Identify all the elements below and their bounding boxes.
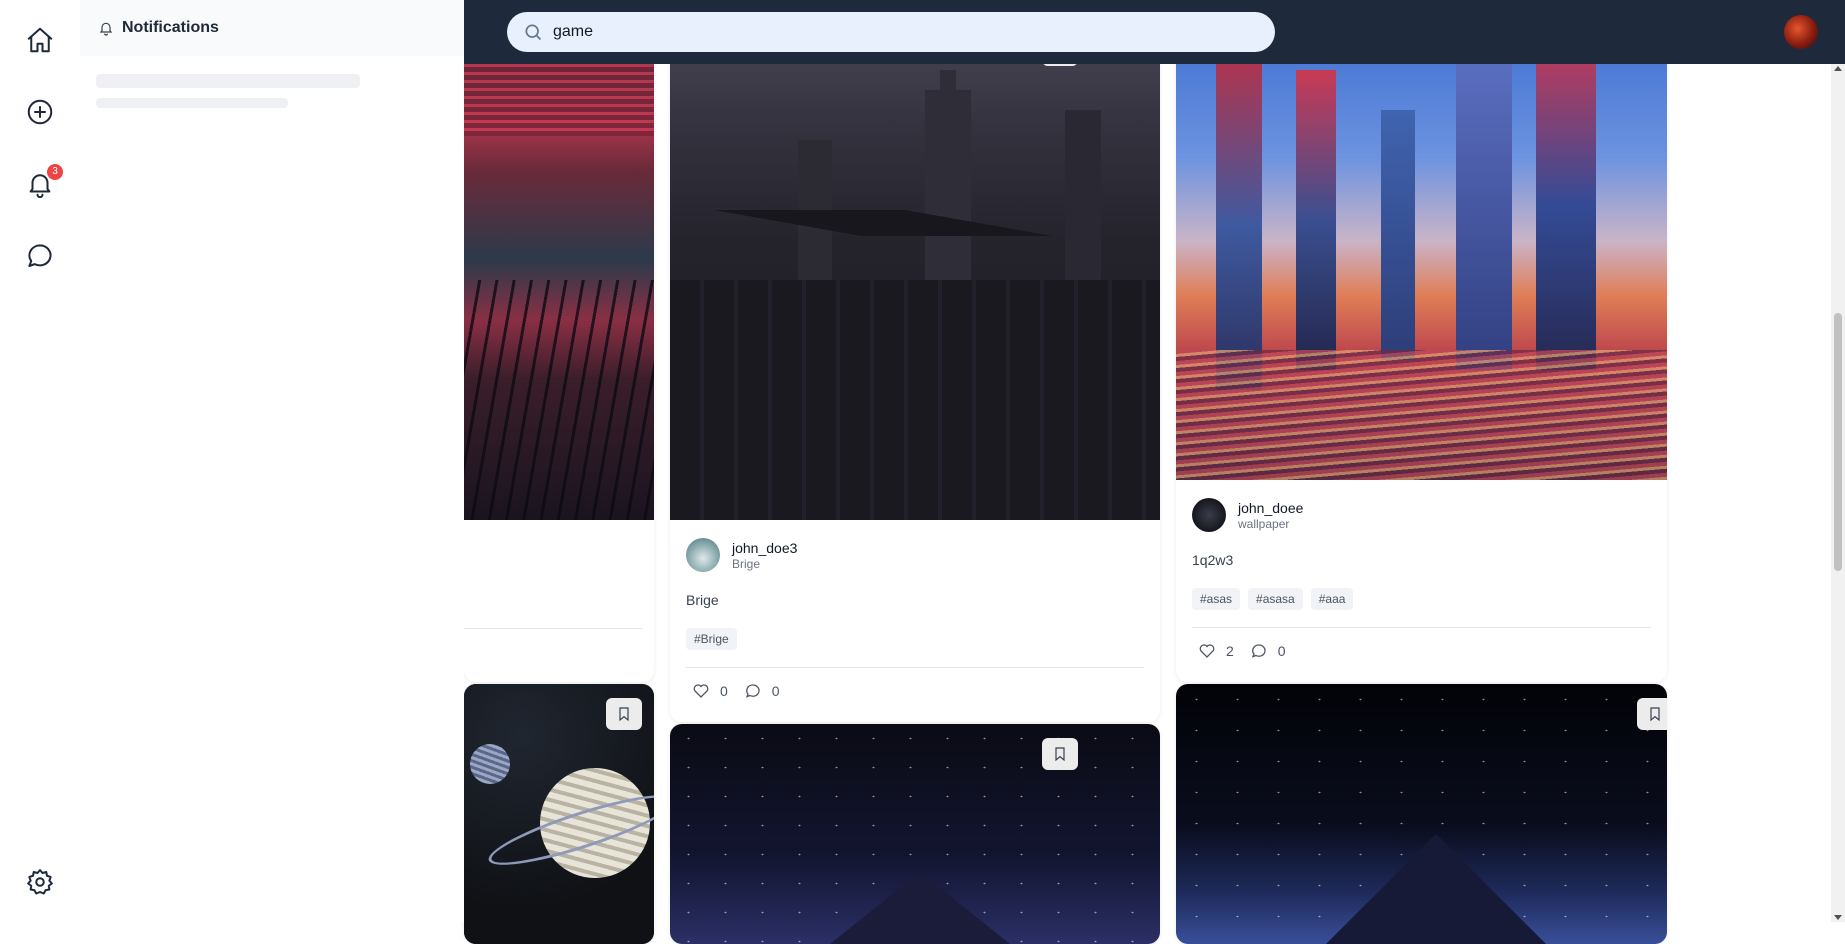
heart-icon bbox=[1199, 644, 1215, 658]
divider bbox=[1192, 627, 1651, 628]
post-image[interactable] bbox=[670, 20, 1160, 520]
author-avatar[interactable] bbox=[686, 538, 720, 572]
scrollbar-thumb[interactable] bbox=[1834, 313, 1842, 571]
post-card[interactable]: john_doe3 Brige Brige #Brige 0 0 bbox=[670, 20, 1160, 722]
comment-button[interactable]: 0 bbox=[1250, 642, 1286, 660]
create-post-button[interactable] bbox=[22, 94, 58, 130]
like-count: 2 bbox=[1226, 643, 1234, 659]
author-avatar[interactable] bbox=[1192, 498, 1226, 532]
post-image[interactable] bbox=[1176, 684, 1667, 944]
bookmark-icon bbox=[1650, 707, 1660, 722]
post-subtitle: Brige bbox=[732, 556, 761, 571]
comment-count: 0 bbox=[1277, 643, 1286, 659]
home-icon bbox=[27, 27, 53, 53]
notifications-button[interactable]: 3 bbox=[22, 164, 63, 202]
chat-bubble-icon bbox=[28, 244, 52, 267]
post-card[interactable] bbox=[464, 20, 654, 682]
heart-icon bbox=[693, 684, 709, 698]
post-author[interactable]: john_doe3 Brige bbox=[686, 538, 797, 572]
home-button[interactable] bbox=[22, 22, 58, 58]
bookmark-button[interactable] bbox=[1637, 698, 1667, 730]
like-button[interactable]: 2 bbox=[1198, 642, 1234, 660]
tag-list: #Brige bbox=[686, 628, 737, 650]
search-bar[interactable] bbox=[507, 12, 1275, 52]
post-actions: 2 0 bbox=[1198, 642, 1302, 660]
notifications-panel: Notifications bbox=[80, 0, 464, 922]
post-description: 1q2w3 bbox=[1192, 552, 1234, 568]
notifications-header: Notifications bbox=[80, 0, 464, 56]
post-image[interactable] bbox=[464, 20, 654, 520]
post-card[interactable] bbox=[1176, 684, 1667, 944]
divider bbox=[464, 628, 642, 629]
author-name[interactable]: john_doee bbox=[1238, 500, 1303, 516]
post-actions: 0 0 bbox=[692, 682, 796, 700]
comment-button[interactable]: 0 bbox=[744, 682, 780, 700]
author-name[interactable]: john_doe3 bbox=[732, 540, 797, 556]
loading-skeleton-line bbox=[96, 98, 288, 108]
loading-skeleton-line bbox=[96, 74, 360, 88]
scroll-up-arrow-icon[interactable] bbox=[1834, 66, 1842, 71]
like-count: 0 bbox=[720, 683, 728, 699]
post-image[interactable] bbox=[670, 724, 1160, 944]
user-avatar[interactable] bbox=[1784, 15, 1818, 49]
divider bbox=[686, 667, 1144, 668]
top-bar bbox=[464, 0, 1845, 64]
settings-button[interactable] bbox=[22, 864, 58, 900]
post-card[interactable]: john_doee wallpaper 1q2w3 #asas #asasa #… bbox=[1176, 20, 1667, 682]
messages-button[interactable] bbox=[22, 238, 58, 274]
tag[interactable]: #aaa bbox=[1310, 588, 1354, 610]
notifications-title: Notifications bbox=[122, 19, 219, 36]
comment-icon bbox=[745, 684, 760, 698]
search-input[interactable] bbox=[551, 22, 1255, 42]
post-author[interactable]: john_doee wallpaper bbox=[1192, 498, 1303, 532]
tag-list: #asas #asasa #aaa bbox=[1192, 588, 1354, 610]
page-scrollbar[interactable] bbox=[1831, 64, 1845, 922]
tag[interactable]: #Brige bbox=[686, 628, 737, 650]
post-subtitle: wallpaper bbox=[1238, 516, 1290, 531]
plus-circle-icon bbox=[27, 99, 53, 125]
gear-icon bbox=[27, 869, 53, 895]
tag[interactable]: #asas bbox=[1192, 588, 1241, 610]
post-image[interactable] bbox=[1176, 20, 1667, 480]
bell-icon bbox=[99, 22, 113, 36]
notification-badge: 3 bbox=[47, 164, 63, 180]
left-rail: 3 bbox=[0, 0, 80, 922]
post-card[interactable] bbox=[670, 724, 1160, 944]
bookmark-icon bbox=[1055, 747, 1065, 762]
bookmark-icon bbox=[619, 707, 629, 722]
tag[interactable]: #asasa bbox=[1248, 588, 1303, 610]
comment-count: 0 bbox=[771, 683, 780, 699]
comment-icon bbox=[1251, 644, 1266, 658]
like-button[interactable]: 0 bbox=[692, 682, 728, 700]
search-icon bbox=[525, 24, 542, 41]
post-card[interactable] bbox=[464, 684, 654, 944]
bookmark-button[interactable] bbox=[606, 698, 642, 730]
scroll-down-arrow-icon[interactable] bbox=[1834, 915, 1842, 920]
bookmark-button[interactable] bbox=[1042, 738, 1078, 770]
post-description: Brige bbox=[686, 592, 719, 608]
